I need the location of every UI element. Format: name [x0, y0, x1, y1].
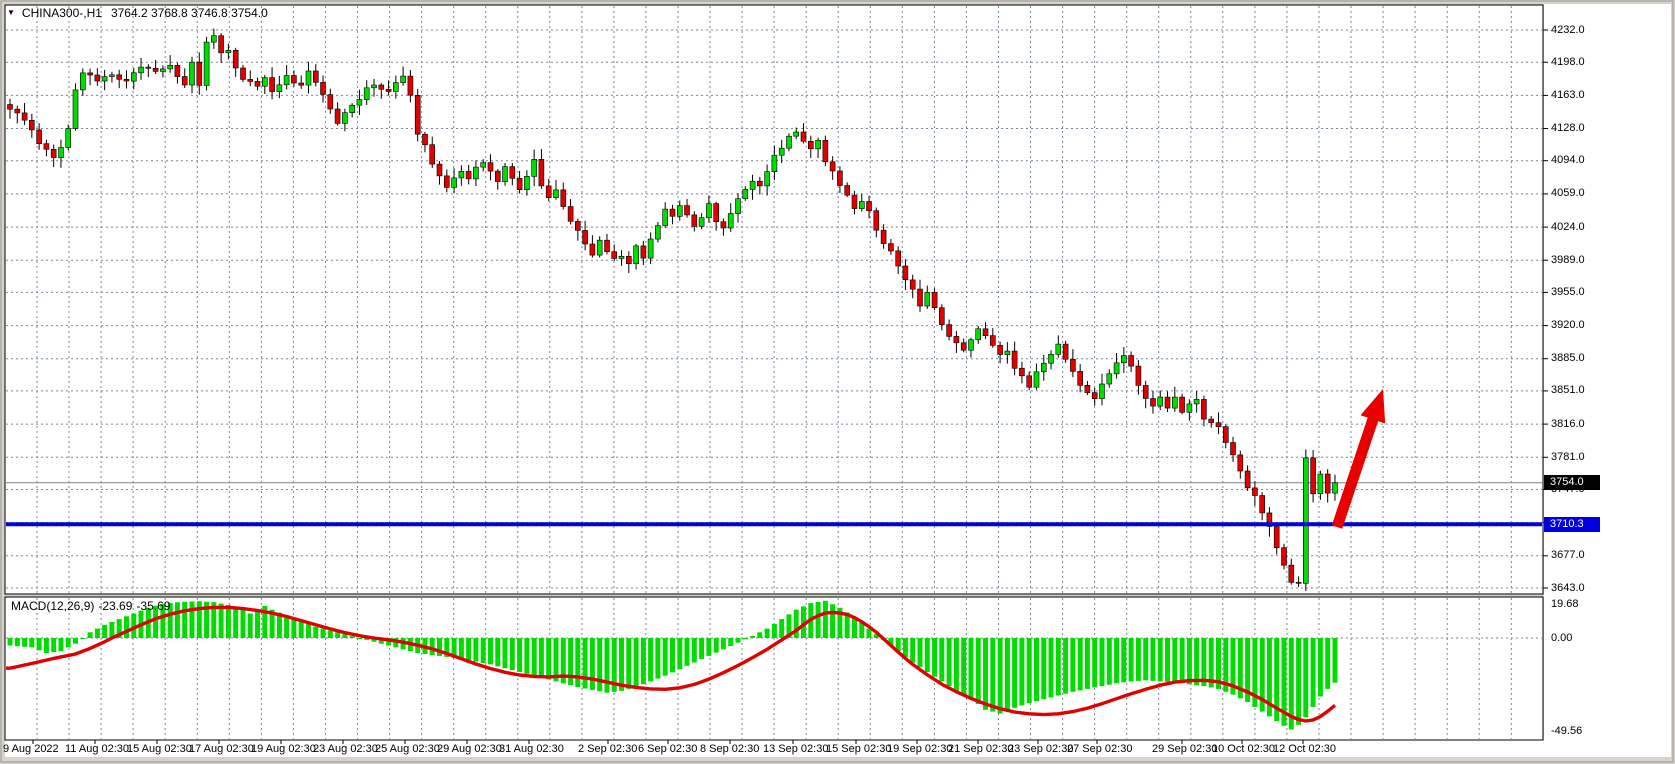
time-axis-label: 13 Sep 02:30 — [763, 743, 828, 756]
time-axis-label: 6 Sep 02:30 — [638, 743, 697, 756]
time-axis-label: 15 Sep 02:30 — [826, 743, 891, 756]
chart-dropdown-icon[interactable]: ▼ — [7, 8, 15, 17]
macd-name: MACD(12,26,9) — [11, 599, 94, 613]
chart-graphics[interactable] — [0, 0, 1675, 764]
time-axis-label: 2 Sep 02:30 — [578, 743, 637, 756]
time-axis-label: 29 Aug 02:30 — [437, 743, 502, 756]
price-axis-label: 3677.0 — [1551, 549, 1585, 562]
price-axis-label: 4024.0 — [1551, 221, 1585, 234]
time-axis-label: 12 Oct 02:30 — [1273, 743, 1336, 756]
price-axis-label: 4198.0 — [1551, 56, 1585, 69]
time-axis-label: 27 Sep 02:30 — [1067, 743, 1132, 756]
time-axis-label: 23 Sep 02:30 — [1008, 743, 1073, 756]
time-axis-label: 9 Aug 2022 — [3, 743, 59, 756]
time-axis-label: 17 Aug 02:30 — [189, 743, 254, 756]
price-axis-label: 3885.0 — [1551, 352, 1585, 365]
time-axis-label: 19 Sep 02:30 — [887, 743, 952, 756]
time-axis-label: 29 Sep 02:30 — [1152, 743, 1217, 756]
price-axis-label: 4232.0 — [1551, 24, 1585, 37]
macd-axis-label: -49.56 — [1551, 725, 1582, 738]
price-axis-label: 3643.0 — [1551, 582, 1585, 595]
price-axis-label: 4059.0 — [1551, 187, 1585, 200]
macd-axis-label: 19.68 — [1551, 598, 1579, 611]
price-axis-label: 3955.0 — [1551, 286, 1585, 299]
time-axis-label: 23 Aug 02:30 — [313, 743, 378, 756]
time-axis-label: 8 Sep 02:30 — [700, 743, 759, 756]
time-axis-label: 31 Aug 02:30 — [499, 743, 564, 756]
price-axis-label: 3989.0 — [1551, 254, 1585, 267]
macd-main-value: -23.69 — [98, 599, 132, 613]
time-axis-label: 11 Aug 02:30 — [65, 743, 129, 756]
current-price-tag: 3754.0 — [1544, 475, 1600, 490]
macd-signal-value: -35.69 — [136, 599, 170, 613]
time-axis-label: 25 Aug 02:30 — [375, 743, 440, 756]
price-axis-label: 4128.0 — [1551, 122, 1585, 135]
chart-title: ▼ CHINA300-,H1 3764.2 3768.8 3746.8 3754.0 — [7, 6, 268, 20]
price-axis-label: 4163.0 — [1551, 89, 1585, 102]
support-line-price-tag: 3710.3 — [1544, 517, 1600, 532]
price-axis-label: 3851.0 — [1551, 384, 1585, 397]
time-axis-label: 15 Aug 02:30 — [127, 743, 192, 756]
price-axis-label: 4094.0 — [1551, 154, 1585, 167]
time-axis-label: 21 Sep 02:30 — [948, 743, 1013, 756]
price-axis-label: 3920.0 — [1551, 319, 1585, 332]
price-axis-label: 3781.0 — [1551, 451, 1585, 464]
macd-indicator-label: MACD(12,26,9) -23.69 -35.69 — [11, 599, 174, 613]
macd-axis-label: 0.00 — [1551, 632, 1572, 645]
time-axis-label: 19 Aug 02:30 — [251, 743, 316, 756]
chart-ohlc-values: 3764.2 3768.8 3746.8 3754.0 — [111, 6, 268, 20]
price-axis-label: 3816.0 — [1551, 418, 1585, 431]
time-axis-label: 10 Oct 02:30 — [1212, 743, 1275, 756]
chart-symbol-period: CHINA300-,H1 — [22, 6, 102, 20]
chart-window: ▼ CHINA300-,H1 3764.2 3768.8 3746.8 3754.0… — [0, 0, 1675, 764]
